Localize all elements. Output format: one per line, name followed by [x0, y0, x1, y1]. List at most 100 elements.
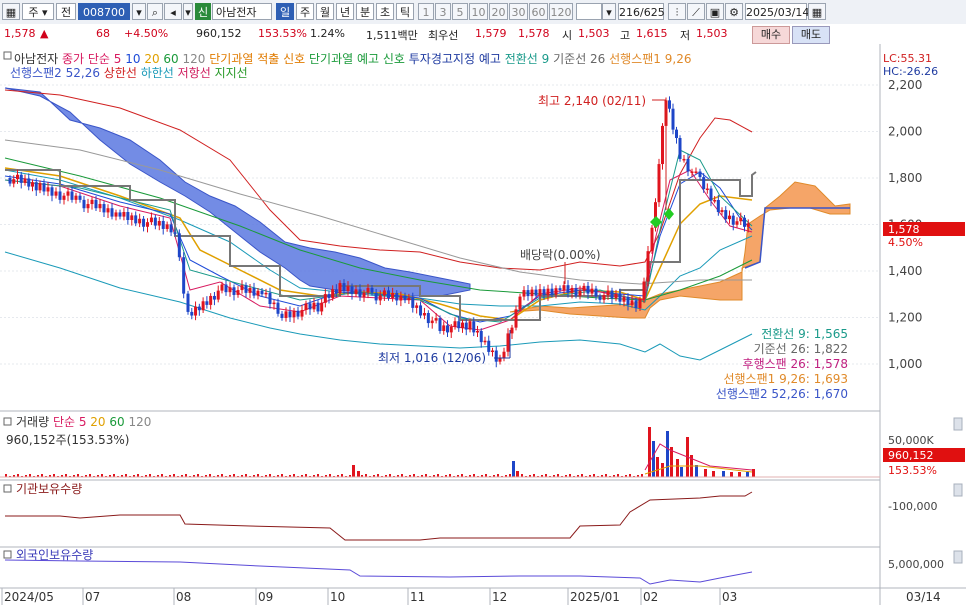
volume-scroll-button[interactable]: [953, 417, 963, 431]
candle-body: [574, 287, 578, 296]
foreign-axis-label: 5,000,000: [888, 558, 944, 571]
volume-bar: [661, 463, 664, 477]
tab-daily[interactable]: 일: [276, 3, 294, 20]
price-change: 68: [96, 27, 110, 40]
inst-panel-checkbox[interactable]: [3, 484, 12, 493]
volume-legend-entry: 20: [86, 415, 105, 429]
candle-body: [562, 285, 566, 291]
candle-body: [358, 289, 362, 298]
interval-1[interactable]: 1: [418, 3, 434, 20]
speaker-dropdown-icon[interactable]: ▾: [183, 3, 193, 20]
legend-entry: 저항선: [174, 66, 211, 80]
date-field[interactable]: 2025/03/14: [745, 3, 809, 20]
price-panel-checkbox[interactable]: [3, 51, 12, 60]
stock-chart[interactable]: 최고 2,140 (02/11) 최저 1,016 (12/06) 배당락(0.…: [0, 44, 966, 605]
candle-body: [438, 318, 442, 331]
legend-row: 아남전자 종가 단순 5 10 20 60 120 단기과열 적출 신호 단기과…: [14, 51, 691, 66]
volume: 960,152: [196, 27, 242, 40]
candle-body: [735, 221, 739, 225]
x-tick-label: 09: [258, 590, 273, 604]
interval-10[interactable]: 10: [469, 3, 488, 20]
candle-body: [173, 232, 177, 234]
candle-body: [114, 212, 118, 217]
candle-body: [743, 217, 746, 227]
legend-entry: 120: [179, 52, 206, 66]
tab-yearly[interactable]: 년: [336, 3, 354, 20]
x-tick-label: 03: [722, 590, 737, 604]
volume-bar: [752, 469, 755, 477]
interval-60-label: 60: [531, 6, 546, 19]
open-price: 1,503: [578, 27, 610, 40]
gear-icon[interactable]: ⚙: [725, 3, 743, 20]
candle-body: [296, 310, 300, 317]
inst-scroll-button[interactable]: [953, 483, 963, 497]
stock-code-input[interactable]: 008700: [78, 3, 130, 20]
legend-entry: 단기과열 적출 신호: [205, 52, 305, 66]
volume-panel-checkbox[interactable]: [3, 417, 12, 426]
credit-badge: 신: [195, 3, 211, 20]
interval-10-label: 10: [471, 6, 486, 19]
candle-body: [374, 292, 378, 301]
search-icon[interactable]: ⌕: [147, 3, 163, 20]
candle-body: [54, 191, 58, 196]
candle-body: [558, 288, 562, 291]
interval-1-label: 1: [422, 6, 430, 19]
volume-legend-entry: 120: [125, 415, 152, 429]
candle-body: [323, 294, 327, 303]
candle-body: [395, 292, 399, 301]
market-select[interactable]: 전: [56, 3, 76, 20]
candle-body: [240, 285, 244, 291]
low-price: 1,503: [696, 27, 728, 40]
candle-body: [284, 311, 288, 318]
calendar-icon[interactable]: ▦: [808, 3, 826, 20]
credit-badge-label: 신: [197, 6, 209, 19]
candle-body: [518, 296, 522, 310]
foreign-panel-checkbox[interactable]: [3, 550, 12, 559]
stock-name-field: 아남전자: [212, 3, 272, 20]
interval-custom-input[interactable]: [576, 3, 602, 20]
candle-body: [342, 283, 346, 291]
candle-body: [510, 327, 514, 334]
tab-second[interactable]: 초: [376, 3, 394, 20]
candle-body: [682, 158, 686, 161]
tab-monthly-label: 월: [319, 6, 331, 19]
candle-body: [236, 290, 240, 295]
interval-60[interactable]: 60: [529, 3, 548, 20]
code-dropdown-icon[interactable]: ▾: [132, 3, 146, 20]
candle-body: [70, 191, 74, 200]
interval-3[interactable]: 3: [435, 3, 451, 20]
tab-weekly[interactable]: 주: [296, 3, 314, 20]
foreign-scroll-button[interactable]: [953, 550, 963, 564]
x-tick-label: 02: [643, 590, 658, 604]
candle-body: [42, 183, 46, 192]
ichimoku-value: 선행스팬1 9,26: 1,693: [723, 371, 848, 386]
candle-body: [153, 217, 157, 226]
period-select[interactable]: 주 ▾: [22, 3, 54, 20]
indicator-icon[interactable]: ⫶: [668, 3, 686, 20]
tab-minute[interactable]: 분: [356, 3, 374, 20]
interval-30[interactable]: 30: [509, 3, 528, 20]
interval-5[interactable]: 5: [452, 3, 468, 20]
interval-120[interactable]: 120: [549, 3, 573, 20]
drawing-icon[interactable]: ⟋: [687, 3, 705, 20]
save-icon[interactable]: ▣: [706, 3, 724, 20]
sell-button[interactable]: 매도: [792, 26, 830, 44]
chart-menu-icon[interactable]: ▦: [2, 3, 20, 20]
speaker-icon[interactable]: ◂: [164, 3, 182, 20]
tab-monthly[interactable]: 월: [316, 3, 334, 20]
buy-button[interactable]: 매수: [752, 26, 790, 44]
candle-body: [530, 289, 534, 297]
candle-body: [300, 310, 304, 317]
count-field[interactable]: 216/625: [618, 3, 665, 20]
interval-dropdown-icon[interactable]: ▾: [602, 3, 616, 20]
volume-axis-label: 50,000K: [888, 434, 934, 447]
tab-tick[interactable]: 틱: [396, 3, 414, 20]
candle-body: [276, 302, 280, 314]
candle-body: [142, 218, 146, 227]
low-annotation: 최저 1,016 (12/06): [378, 351, 486, 365]
candle-body: [272, 302, 276, 305]
candle-body: [86, 204, 90, 209]
interval-20[interactable]: 20: [489, 3, 508, 20]
candle-body: [264, 292, 268, 295]
ichimoku-value: 전환선 9: 1,565: [761, 327, 848, 341]
